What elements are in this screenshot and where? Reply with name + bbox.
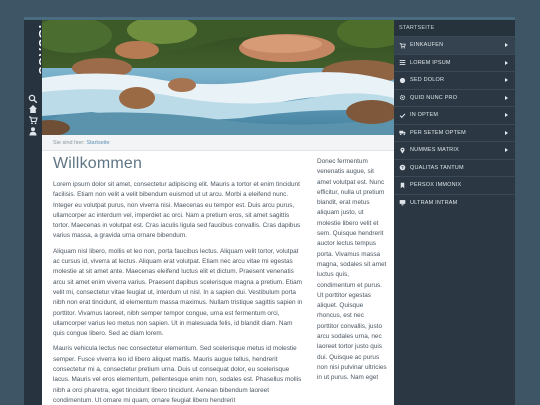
chevron-right-icon — [505, 60, 508, 65]
sidebar-item-label: SED DOLOR — [410, 77, 445, 84]
sidebar-item-label: IN OPTEM — [410, 112, 439, 119]
chevron-right-icon — [505, 148, 508, 153]
sidebar-item-qualitas-tantum[interactable]: ? QUALITAS TANTUM — [394, 158, 515, 177]
aside-text: Donec fermentum venenatis augue, sit ame… — [317, 158, 387, 382]
sidebar-title-startseite[interactable]: STARTSEITE — [394, 20, 515, 36]
chevron-right-icon — [505, 78, 508, 83]
breadcrumb-prefix: Sie sind hier: — [53, 140, 85, 146]
sidebar-item-label: ULTRAM INTRAM — [410, 199, 458, 206]
chevron-right-icon — [505, 43, 508, 48]
cart-icon[interactable] — [28, 115, 38, 125]
sidebar-item-label: QUALITAS TANTUM — [410, 164, 464, 171]
hero-image — [42, 20, 394, 135]
question-icon: ? — [399, 164, 406, 171]
chevron-right-icon — [505, 113, 508, 118]
list-icon — [399, 60, 406, 66]
svg-text:?: ? — [401, 165, 404, 170]
site-logo[interactable]: IGUACU — [25, 22, 41, 80]
pin-icon — [400, 147, 405, 154]
main-text: Lorem ipsum dolor sit amet, consectetur … — [53, 180, 304, 405]
paragraph: Aliquam nisl libero, mollis et leo non, … — [53, 247, 303, 338]
home-icon[interactable] — [28, 104, 38, 114]
breadcrumb: Sie sind hier: Startseite — [42, 135, 394, 151]
circle-icon — [399, 77, 406, 83]
chevron-right-icon — [505, 95, 508, 100]
gear-icon — [399, 95, 406, 101]
page-title: Willkommen — [53, 155, 143, 172]
breadcrumb-link-startseite[interactable]: Startseite — [86, 140, 109, 146]
sidebar-item-label: LOREM IPSUM — [410, 59, 451, 66]
sidebar-item-label: EINKAUFEN — [410, 42, 444, 49]
paragraph: Mauris vehicula lectus nec consectetur e… — [53, 345, 302, 404]
svg-text:IGUACU: IGUACU — [36, 25, 41, 75]
sidebar-item-persox-immonix[interactable]: PERSOX IMMONIX — [394, 176, 515, 194]
monitor-icon — [399, 200, 406, 206]
sidebar-item-label: QUID NUNC PRO — [410, 94, 458, 101]
bookmark-icon — [400, 182, 405, 189]
sidebar-item-quid-nunc-pro[interactable]: QUID NUNC PRO — [394, 88, 515, 107]
sidebar-item-sed-dolor[interactable]: SED DOLOR — [394, 71, 515, 89]
cart-icon — [399, 42, 406, 49]
sidebar-item-label: PERSOX IMMONIX — [410, 182, 462, 189]
chevron-right-icon — [505, 130, 508, 135]
logo-icon: IGUACU — [25, 22, 41, 80]
sidebar-item-lorem-ipsum[interactable]: LOREM IPSUM — [394, 53, 515, 72]
user-icon[interactable] — [28, 126, 38, 136]
sidebar-item-label: PER SETEM OPTEM — [410, 129, 466, 136]
content-area: Sie sind hier: Startseite Willkommen Lor… — [42, 135, 394, 405]
paragraph: Lorem ipsum dolor sit amet, consectetur … — [53, 181, 301, 240]
sidebar-item-ultram-intram[interactable]: ULTRAM INTRAM — [394, 193, 515, 212]
truck-icon — [399, 131, 406, 136]
sidebar-item-einkaufen[interactable]: EINKAUFEN — [394, 36, 515, 54]
sidebar-item-in-optem[interactable]: IN OPTEM — [394, 106, 515, 124]
search-icon[interactable] — [28, 94, 38, 104]
sidebar-item-per-setem-optem[interactable]: PER SETEM OPTEM — [394, 123, 515, 142]
check-icon — [399, 113, 406, 118]
sidebar-item-label: NUMMES MATRIX — [410, 147, 459, 154]
sidebar-item-nummes-matrix[interactable]: NUMMES MATRIX — [394, 141, 515, 159]
sidebar-nav: STARTSEITE EINKAUFEN LOREM IPSUM SED DOL… — [394, 20, 515, 405]
